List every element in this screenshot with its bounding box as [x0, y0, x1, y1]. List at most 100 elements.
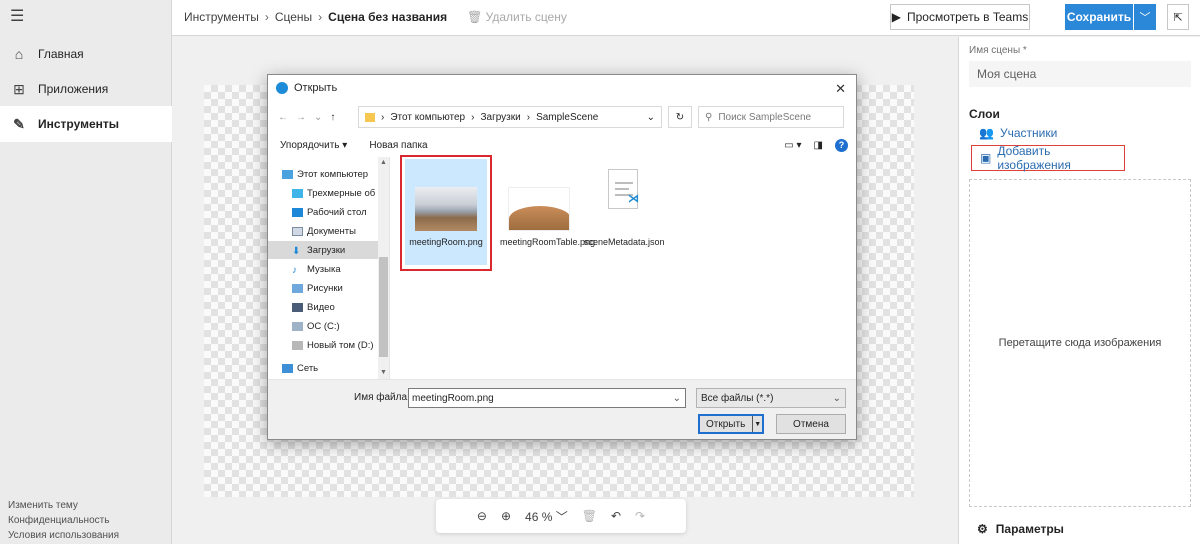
- tree-item-3d-objects[interactable]: Трехмерные об: [292, 184, 388, 202]
- people-icon: 👥: [979, 126, 994, 140]
- trash-icon: 🗑: [467, 10, 483, 24]
- tree-item-network[interactable]: Сеть: [282, 359, 378, 377]
- music-icon: ♪: [292, 264, 297, 276]
- up-arrow-icon[interactable]: ↑: [330, 112, 335, 123]
- scroll-down-icon[interactable]: ▼: [380, 369, 387, 376]
- nav-item-tools[interactable]: ✎ Инструменты: [0, 106, 172, 142]
- tree-item-label: Сеть: [297, 362, 319, 374]
- address-bar[interactable]: › Этот компьютер › Загрузки › SampleScen…: [358, 106, 662, 128]
- delete-scene-label: Удалить сцену: [485, 10, 567, 24]
- forward-arrow-icon[interactable]: →: [296, 112, 306, 123]
- scene-name-label: Имя сцены *: [969, 45, 1027, 56]
- gear-icon: ⚙: [977, 522, 988, 536]
- filetype-value: Все файлы (*.*): [701, 392, 774, 404]
- tree-item-videos[interactable]: Видео: [292, 298, 388, 316]
- chevron-down-icon[interactable]: ⌄: [673, 393, 681, 404]
- file-scenemetadata-json[interactable]: ⋊ sceneMetadata.json: [582, 159, 665, 265]
- home-icon: ⌂: [14, 46, 24, 62]
- add-images-button[interactable]: ▣ Добавить изображения: [971, 144, 1125, 172]
- tree-item-label: Рисунки: [307, 282, 343, 294]
- share-button[interactable]: ⇱: [1167, 4, 1189, 30]
- address-row: ← → ⌄ ↑ › Этот компьютер › Загрузки › Sa…: [274, 105, 850, 129]
- new-folder-button[interactable]: Новая папка: [369, 140, 427, 151]
- privacy-link[interactable]: Конфиденциальность: [8, 515, 109, 526]
- filetype-select[interactable]: Все файлы (*.*) ⌄: [696, 388, 846, 408]
- dialog-footer: Имя файла: meetingRoom.png ⌄ Все файлы (…: [268, 379, 856, 439]
- tree-scrollbar[interactable]: ▲ ▼: [378, 157, 389, 379]
- delete-scene-button[interactable]: 🗑 Удалить сцену: [467, 10, 567, 24]
- participants-button[interactable]: 👥 Участники: [979, 126, 1057, 140]
- tree-item-desktop[interactable]: Рабочий стол: [292, 203, 388, 221]
- search-input[interactable]: ⚲ Поиск SampleScene: [698, 106, 844, 128]
- preview-pane-icon[interactable]: ◨: [814, 140, 823, 151]
- cancel-button[interactable]: Отмена: [776, 414, 846, 434]
- chevron-right-icon: ›: [264, 10, 269, 24]
- chevron-down-icon[interactable]: ⌄: [647, 112, 655, 123]
- preview-in-teams-button[interactable]: ▶ Просмотреть в Teams: [890, 4, 1030, 30]
- organize-menu[interactable]: Упорядочить ▾: [280, 140, 347, 151]
- zoom-level[interactable]: 46 % ﹀: [525, 508, 568, 525]
- picture-icon: [292, 283, 303, 293]
- open-dropdown-icon[interactable]: ▼: [752, 416, 762, 432]
- view-options-icon[interactable]: ▭ ▾: [784, 140, 801, 151]
- back-arrow-icon[interactable]: ←: [278, 112, 288, 123]
- tree-item-music[interactable]: ♪ Музыка: [292, 260, 388, 278]
- pen-icon: ✎: [13, 115, 25, 132]
- parameters-label: Параметры: [995, 522, 1064, 536]
- help-icon[interactable]: ?: [835, 138, 848, 152]
- zoom-in-icon[interactable]: ⊕: [501, 509, 511, 523]
- tree-item-label: Этот компьютер: [297, 168, 369, 180]
- save-dropdown-button[interactable]: ﹀: [1134, 4, 1156, 30]
- file-meetingroomtable-png[interactable]: meetingRoomTable.png: [498, 159, 595, 265]
- change-theme-link[interactable]: Изменить тему: [8, 500, 78, 511]
- tree-item-drive-d[interactable]: Новый том (D:): [292, 336, 388, 354]
- undo-icon[interactable]: ↶: [611, 509, 621, 523]
- tree-item-label: Рабочий стол: [307, 206, 367, 218]
- hamburger-menu-icon[interactable]: ☰: [10, 6, 24, 26]
- top-bar: Инструменты › Сцены › Сцена без названия…: [172, 0, 1200, 36]
- add-images-label: Добавить изображения: [997, 144, 1071, 172]
- tree-item-documents[interactable]: Документы: [292, 222, 388, 240]
- scene-name-input[interactable]: Моя сцена: [969, 61, 1191, 87]
- nav-item-apps[interactable]: ⊞ Приложения: [0, 71, 172, 107]
- filename-input[interactable]: meetingRoom.png ⌄: [408, 388, 686, 408]
- parameters-button[interactable]: ⚙ Параметры: [977, 522, 1064, 536]
- file-name: sceneMetadata.json: [584, 237, 665, 247]
- close-icon[interactable]: ✕: [835, 81, 846, 97]
- scrollbar-thumb[interactable]: [379, 257, 388, 357]
- recent-chevron-icon[interactable]: ⌄: [314, 112, 322, 123]
- tree-item-label: Документы: [307, 225, 356, 237]
- nav-item-home[interactable]: ⌂ Главная: [0, 36, 172, 72]
- breadcrumb: Инструменты › Сцены › Сцена без названия…: [184, 10, 567, 24]
- breadcrumb-tools[interactable]: Инструменты: [184, 10, 259, 24]
- open-button[interactable]: Открыть ▼: [698, 414, 764, 434]
- path-samplescene[interactable]: SampleScene: [536, 112, 598, 123]
- image-thumbnail: [508, 187, 570, 231]
- tree-item-label: Трехмерные об: [307, 187, 376, 199]
- image-drop-zone[interactable]: Перетащите сюда изображения: [969, 179, 1191, 507]
- terms-link[interactable]: Условия использования: [8, 530, 119, 541]
- share-icon: ⇱: [1173, 11, 1183, 24]
- tree-item-drive-c[interactable]: ОС (C:): [292, 317, 388, 335]
- redo-icon[interactable]: ↷: [635, 509, 645, 523]
- dialog-title: Открыть: [294, 82, 338, 94]
- filename-label: Имя файла:: [354, 392, 410, 403]
- zoom-out-icon[interactable]: ⊖: [477, 509, 487, 523]
- delete-icon[interactable]: 🗑: [582, 509, 597, 523]
- computer-icon: [282, 169, 293, 179]
- scroll-up-icon[interactable]: ▲: [380, 159, 387, 166]
- tree-item-pictures[interactable]: Рисунки: [292, 279, 388, 297]
- path-downloads[interactable]: Загрузки: [480, 112, 520, 123]
- save-button[interactable]: Сохранить: [1065, 4, 1133, 30]
- drive-icon: [292, 340, 303, 350]
- refresh-icon[interactable]: ↻: [668, 106, 692, 128]
- video-icon: [292, 302, 303, 312]
- browser-icon: [276, 82, 288, 94]
- tree-item-this-pc[interactable]: Этот компьютер: [282, 165, 378, 183]
- path-this-pc[interactable]: Этот компьютер: [390, 112, 465, 123]
- address-nav: ← → ⌄ ↑: [274, 112, 352, 123]
- breadcrumb-scenes[interactable]: Сцены: [275, 10, 312, 24]
- left-nav: ☰ ⌂ Главная ⊞ Приложения ✎ Инструменты И…: [0, 0, 172, 544]
- selection-highlight: [400, 155, 492, 271]
- tree-item-downloads[interactable]: ⬇ Загрузки: [268, 241, 378, 259]
